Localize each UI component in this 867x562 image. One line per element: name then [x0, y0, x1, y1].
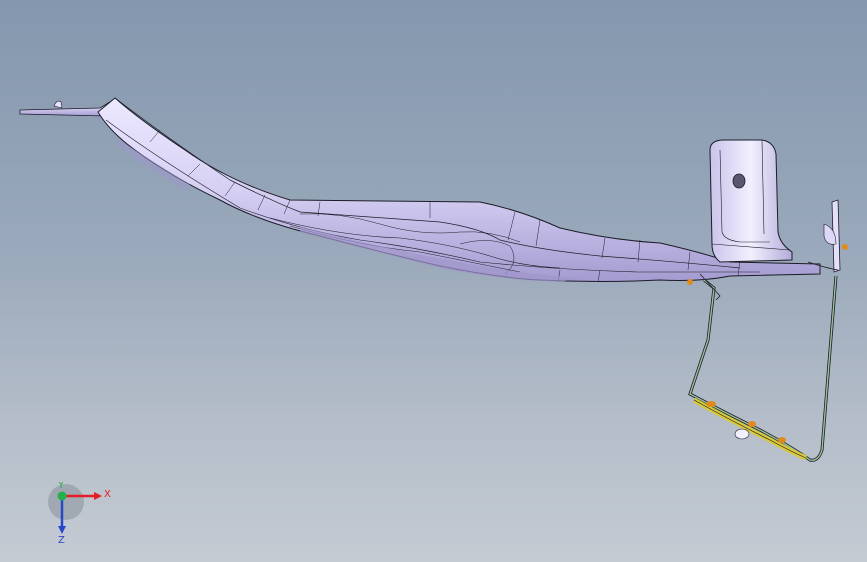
reference-triad: X Y Z	[48, 482, 111, 544]
triad-shadow	[48, 484, 84, 520]
y-axis-dot	[57, 491, 67, 501]
right-flange	[807, 199, 848, 273]
right-bracket	[709, 139, 793, 263]
part-model[interactable]	[0, 0, 867, 562]
y-axis-label: Y	[57, 482, 65, 491]
x-axis-label: X	[104, 489, 111, 500]
z-axis-arrowhead	[58, 526, 66, 534]
z-axis-label: Z	[58, 535, 65, 544]
x-axis-arrowhead	[94, 492, 102, 500]
graphics-viewport[interactable]: X Y Z	[0, 0, 867, 562]
wire-clip-assembly	[687, 273, 838, 462]
